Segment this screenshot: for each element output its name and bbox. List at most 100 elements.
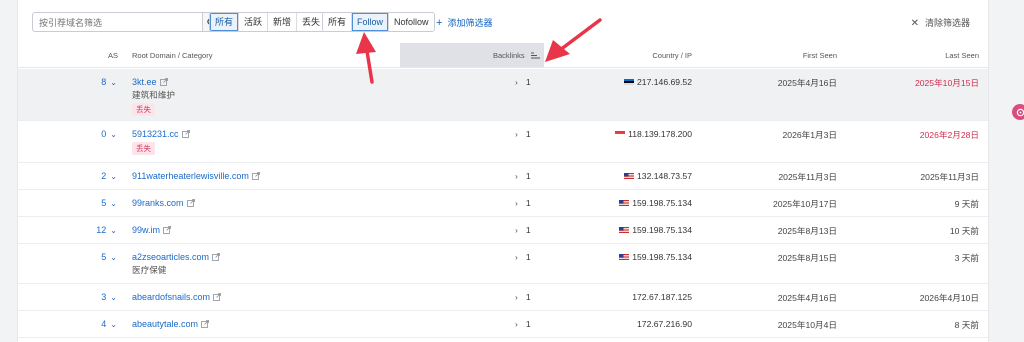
chevron-down-icon: ⌄ [110,199,117,208]
add-filter-button[interactable]: + 添加筛选器 [436,16,492,29]
as-toggle[interactable]: 3 ⌄ [101,292,117,302]
as-toggle[interactable]: 4 ⌄ [101,319,117,329]
chevron-down-icon: ⌄ [110,293,117,302]
status-active-button[interactable]: 活跃 [239,13,269,31]
root-domain-link[interactable]: a2zseoarticles.com [132,252,220,262]
external-link-icon[interactable] [159,78,168,86]
as-toggle[interactable]: 2 ⌄ [101,171,117,181]
chevron-right-icon: › [515,319,518,329]
external-link-icon[interactable] [181,130,190,138]
last-seen-text: 2025年10月15日 [914,78,979,88]
sort-icon [530,52,540,59]
backlinks-header[interactable]: Backlinks [493,43,540,68]
root-domain-link[interactable]: abeautytale.com [132,319,209,329]
as-toggle[interactable]: 5 ⌄ [101,198,117,208]
clear-filter-label: 清除筛选器 [924,18,970,28]
assistant-icon[interactable] [1012,104,1024,120]
as-toggle[interactable]: 5 ⌄ [101,252,117,262]
table-row[interactable]: 0 ⌄ 5913231.cc 丢失 › 1 118.139.178.200 2026年1月3日… [18,121,988,163]
last-seen-text: 9 天前 [954,199,979,209]
as-value: 5 [101,252,107,262]
last-seen-text: 2026年4月10日 [919,293,979,303]
country-ip-header[interactable]: Country / IP [652,43,692,68]
table-row[interactable]: 5 ⌄ 99ranks.com › 1 159.198.75.134 2025年10月17日… [18,190,988,217]
external-link-icon[interactable] [186,199,195,207]
as-toggle[interactable]: 0 ⌄ [101,129,117,139]
backlinks-expand[interactable]: › 1 [515,198,531,208]
backlinks-expand[interactable]: › 1 [515,252,531,262]
root-domain-link[interactable]: 5913231.cc [132,129,190,139]
external-link-icon[interactable] [163,226,171,234]
chevron-right-icon: › [515,171,518,181]
root-domain-link[interactable]: 3kt.ee [132,77,168,87]
chevron-down-icon: ⌄ [110,320,117,329]
first-seen-header[interactable]: First Seen [803,43,837,68]
chevron-down-icon: ⌄ [110,253,117,262]
chevron-right-icon: › [515,77,518,87]
nofollow-button[interactable]: Nofollow [389,13,434,31]
external-link-icon[interactable] [212,253,220,261]
chevron-down-icon: ⌄ [110,226,117,235]
table-row[interactable]: 4 ⌄ abeautytale.com › 1 172.67.216.90 2025年10月… [18,311,988,338]
external-link-icon[interactable] [213,293,221,301]
as-toggle[interactable]: 8 ⌄ [101,77,117,87]
ip-text: 159.198.75.134 [632,252,692,262]
domain-header[interactable]: Root Domain / Category [132,43,212,68]
root-domain-link[interactable]: 911waterheaterlewisville.com [132,171,260,181]
root-domain-text: 911waterheaterlewisville.com [132,171,249,181]
first-seen-text: 2025年8月13日 [777,226,837,236]
chevron-right-icon: › [515,252,518,262]
chevron-right-icon: › [515,129,518,139]
as-header[interactable]: AS [108,43,118,68]
country-ip: 172.67.216.90 [637,319,692,329]
as-value: 5 [101,198,107,208]
link-all-button[interactable]: 所有 [323,13,353,31]
backlinks-expand[interactable]: › 1 [515,319,531,329]
as-toggle[interactable]: 12 ⌄ [96,225,117,235]
country-ip: 217.146.69.52 [624,77,692,87]
table-row[interactable]: 8 ⌄ 3kt.ee 建筑和维护 丢失 › 1 217.146.69.52 2025年4月16日… [18,69,988,121]
status-all-button[interactable]: 所有 [210,13,240,31]
root-domain-text: 99ranks.com [132,198,184,208]
table-row[interactable]: 2 ⌄ 911waterheaterlewisville.com › 1 132.148.… [18,163,988,190]
backlinks-expand[interactable]: › 1 [515,292,531,302]
table-row[interactable]: 5 ⌄ a2zseoarticles.com 医疗保健 › 1 159.198.75.134… [18,244,988,284]
backlinks-expand[interactable]: › 1 [515,77,531,87]
chevron-down-icon: ⌄ [110,130,117,139]
external-link-icon[interactable] [201,320,209,328]
root-domain-text: 99w.im [132,225,161,235]
lost-badge: 丢失 [132,142,155,155]
external-link-icon[interactable] [251,172,260,180]
category-text: 建筑和维护 [132,90,175,100]
status-new-button[interactable]: 新增 [268,13,298,31]
domain-search [32,12,220,32]
last-seen-text: 2025年11月3日 [920,172,979,182]
follow-button[interactable]: Follow [352,13,390,31]
status-lost-button[interactable]: 丢失 [297,13,326,31]
country-ip: 172.67.187.125 [632,292,692,302]
backlinks-expand[interactable]: › 1 [515,171,531,181]
country-ip: 159.198.75.134 [619,198,692,208]
ip-text: 132.148.73.57 [637,171,692,181]
table-row[interactable]: 3 ⌄ abeardofsnails.com › 1 172.67.187.125 2025… [18,284,988,311]
as-value: 2 [101,171,107,181]
first-seen-text: 2025年4月16日 [777,293,837,303]
root-domain-link[interactable]: 99ranks.com [132,198,195,208]
table-row[interactable]: 12 ⌄ 99w.im › 1 159.198.75.134 2025年8月13日 10 天前 [18,217,988,244]
chevron-down-icon: ⌄ [110,78,117,87]
last-seen-header[interactable]: Last Seen [945,43,979,68]
country-flag-icon [624,173,635,179]
last-seen-text: 2026年2月28日 [919,130,979,140]
backlinks-expand[interactable]: › 1 [515,129,531,139]
backlinks-count: 1 [525,198,531,208]
first-seen-text: 2025年4月16日 [777,78,837,88]
first-seen-text: 2025年11月3日 [778,172,837,182]
as-value: 0 [101,129,107,139]
country-ip: 118.139.178.200 [615,129,692,139]
root-domain-link[interactable]: 99w.im [132,225,171,235]
backlinks-expand[interactable]: › 1 [515,225,531,235]
last-seen-text: 8 天前 [954,320,979,330]
clear-filter-button[interactable]: ✕ 清除筛选器 [911,16,970,29]
domain-search-input[interactable] [33,14,188,32]
root-domain-link[interactable]: abeardofsnails.com [132,292,221,302]
